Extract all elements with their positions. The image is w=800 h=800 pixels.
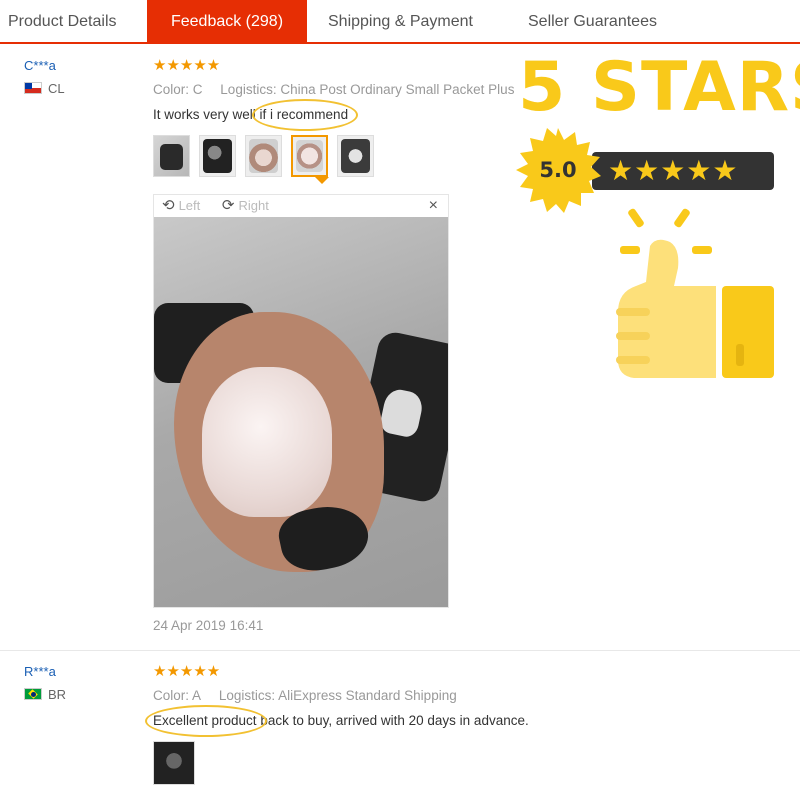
rotate-right-icon: ⟳ (221, 197, 235, 214)
highlighted-phrase: Excellent product (145, 705, 267, 737)
tab-shipping-payment[interactable]: Shipping & Payment (328, 0, 473, 44)
review-text-start: It works very well (153, 107, 256, 122)
color-value: A (192, 688, 202, 703)
review-photo (154, 217, 448, 607)
review-photo-thumbnail[interactable] (153, 135, 190, 177)
color-value: C (192, 82, 203, 97)
rating-bar: ★★★★★ (592, 152, 774, 190)
selected-thumbnail-pointer-icon (315, 177, 329, 184)
color-label: Color: (153, 82, 190, 97)
country-code: BR (48, 687, 67, 702)
logistics-value: AliExpress Standard Shipping (278, 688, 457, 703)
rating-value: 5.0 (539, 158, 577, 182)
highlight-text: if i recommend (259, 107, 349, 122)
rotate-left-label: Left (178, 198, 201, 213)
photo-viewer-toolbar: ⟲ Left ⟳ Right × (154, 195, 448, 217)
color-label: Color: (153, 688, 190, 703)
review-date: 24 Apr 2019 16:41 (153, 618, 264, 633)
rotate-right-label: Right (238, 198, 269, 213)
reviewer-info: C***a CL (24, 58, 65, 97)
rating-badge: 5.0 (514, 126, 602, 214)
review-text: Excellent product back to buy, arrived w… (145, 705, 793, 737)
review-content: ★★★★★ Color: A Logistics: AliExpress Sta… (145, 662, 793, 785)
photo-viewer: ⟲ Left ⟳ Right × (153, 194, 449, 608)
brazil-flag-icon (24, 688, 42, 700)
reviewer-name[interactable]: R***a (24, 664, 66, 679)
logistics-value: China Post Ordinary Small Packet Plus (280, 82, 515, 97)
review-photo-thumbnail[interactable] (245, 135, 282, 177)
rotate-left-icon: ⟲ (162, 197, 175, 214)
chile-flag-icon (24, 82, 42, 94)
tab-bar: Product Details Feedback (298) Shipping … (0, 0, 800, 44)
country-code: CL (48, 81, 65, 96)
tab-feedback[interactable]: Feedback (298) (147, 0, 307, 44)
tab-product-details[interactable]: Product Details (8, 0, 117, 44)
reviewer-country: CL (24, 81, 65, 97)
promo-title: 5 STARS (518, 48, 800, 127)
review-text-rest: back to buy, arrived with 20 days in adv… (260, 713, 529, 728)
reviewer-name[interactable]: C***a (24, 58, 65, 73)
logistics-label: Logistics: (220, 82, 277, 97)
close-icon[interactable]: × (429, 195, 438, 217)
tab-seller-guarantees[interactable]: Seller Guarantees (528, 0, 657, 44)
star-rating: ★★★★★ (153, 663, 221, 680)
review-photo-thumbnail[interactable] (153, 741, 195, 785)
rotate-right-button[interactable]: ⟳ Right (221, 197, 269, 214)
thumbs-up-icon (612, 208, 778, 385)
review-divider (0, 650, 800, 651)
rating-stars: ★★★★★ (608, 155, 739, 186)
logistics-label: Logistics: (218, 688, 276, 703)
rotate-left-button[interactable]: ⟲ Left (162, 197, 201, 214)
highlighted-phrase: if i recommend (251, 99, 359, 131)
ice-skull (202, 367, 332, 517)
review-photo-thumbnail[interactable] (199, 135, 236, 177)
reviewer-info: R***a BR (24, 664, 66, 703)
review-photo-thumbnail[interactable] (337, 135, 374, 177)
review-meta: Color: A Logistics: AliExpress Standard … (153, 688, 793, 703)
reviewer-country: BR (24, 687, 66, 703)
review-photo-thumbnail-selected[interactable] (291, 135, 328, 177)
highlight-text: Excellent product (153, 713, 257, 728)
